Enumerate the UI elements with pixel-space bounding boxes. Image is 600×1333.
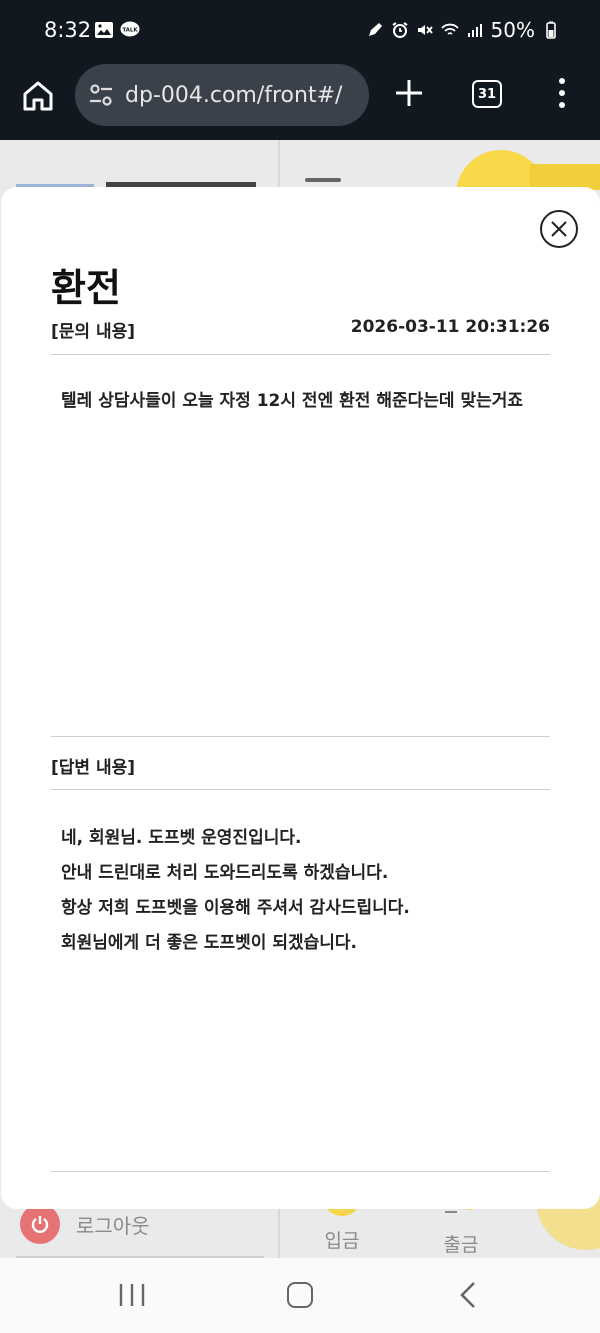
tab-switcher-button[interactable]: 31 — [472, 80, 502, 108]
more-menu-icon[interactable] — [550, 76, 574, 110]
power-icon — [20, 1204, 60, 1244]
status-time: 8:32 — [44, 18, 92, 42]
battery-percent: 50% — [490, 18, 535, 42]
question-date: 2026-03-11 20:31:26 — [350, 317, 550, 337]
home-icon[interactable] — [20, 78, 56, 114]
recent-apps-icon[interactable] — [118, 1282, 146, 1308]
divider — [51, 354, 550, 355]
withdraw-label: 출금 — [443, 1234, 479, 1256]
modal-title: 환전 — [51, 266, 121, 310]
status-left-icons: TALK — [94, 20, 140, 40]
kakaotalk-icon: TALK — [120, 21, 140, 37]
divider — [51, 736, 550, 737]
alarm-icon — [391, 22, 408, 38]
question-label: [문의 내용] — [51, 322, 136, 342]
close-button[interactable] — [540, 210, 578, 248]
url-bar[interactable]: dp-004.com/front#/ — [75, 64, 369, 126]
hamburger-icon[interactable] — [305, 178, 341, 182]
logout-label: 로그아웃 — [76, 1213, 150, 1238]
gallery-icon — [95, 22, 113, 38]
answer-line: 네, 회원님. 도프벳 운영진입니다. — [61, 828, 302, 848]
site-settings-icon[interactable] — [87, 81, 115, 109]
browser-toolbar: dp-004.com/front#/ 31 — [0, 62, 600, 140]
status-bar: 8:32 TALK 50% — [0, 0, 600, 62]
answer-label: [답변 내용] — [51, 758, 136, 778]
system-nav-bar — [0, 1258, 600, 1333]
question-text: 텔레 상담사들이 오늘 자정 12시 전엔 환전 해준다는데 맞는거죠 — [61, 391, 524, 411]
divider — [51, 1171, 550, 1172]
divider — [51, 789, 550, 790]
pen-icon — [368, 23, 382, 36]
status-right: 50% — [366, 18, 560, 42]
url-text: dp-004.com/front#/ — [125, 82, 343, 108]
svg-text:TALK: TALK — [122, 28, 138, 34]
logout-button[interactable]: 로그아웃 — [20, 1204, 150, 1244]
answer-line: 회원님에게 더 좋은 도프벳이 되겠습니다. — [61, 933, 358, 953]
answer-line: 안내 드린대로 처리 도와드리도록 하겠습니다. — [61, 863, 389, 883]
wifi-icon — [440, 23, 459, 35]
tab-count: 31 — [477, 86, 497, 102]
system-home-button[interactable] — [287, 1282, 313, 1308]
battery-icon — [546, 21, 556, 39]
signal-icon — [467, 24, 482, 37]
inquiry-detail-modal: 환전 [문의 내용] 2026-03-11 20:31:26 텔레 상담사들이 … — [1, 187, 600, 1209]
deposit-label: 입금 — [324, 1230, 360, 1252]
mute-icon — [417, 25, 433, 35]
answer-text: 네, 회원님. 도프벳 운영진입니다. 안내 드린대로 처리 도와드리도록 하겠… — [61, 821, 410, 961]
new-tab-icon[interactable] — [392, 76, 426, 110]
back-icon[interactable] — [458, 1281, 478, 1309]
close-icon — [551, 221, 567, 237]
answer-line: 항상 저희 도프벳을 이용해 주셔서 감사드립니다. — [61, 898, 410, 918]
